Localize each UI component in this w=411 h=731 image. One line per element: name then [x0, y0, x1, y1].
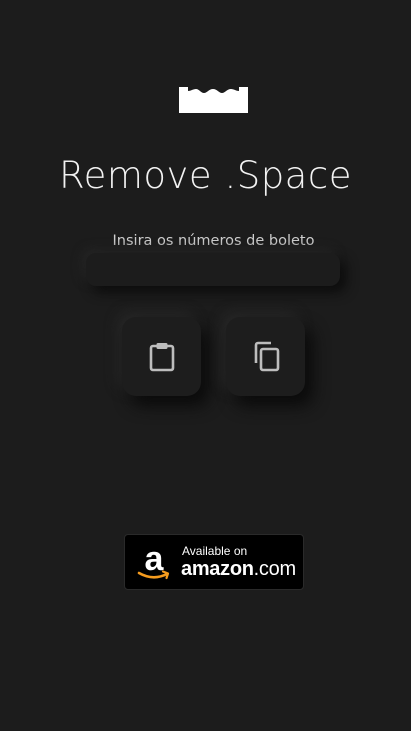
page-title: Remove .Space — [59, 154, 352, 197]
input-instruction: Insira os números de boleto — [112, 233, 315, 249]
boleto-input-container — [86, 253, 340, 286]
paste-button[interactable] — [122, 317, 201, 396]
copy-icon — [254, 341, 279, 372]
badge-brand: amazon — [181, 558, 254, 580]
crown-logo-icon — [179, 87, 248, 113]
amazon-logo-icon: a — [137, 544, 170, 580]
amazon-appstore-badge[interactable]: a Available on amazon.com — [124, 534, 304, 590]
copy-button[interactable] — [226, 317, 305, 396]
clipboard-icon — [149, 342, 174, 371]
badge-store-name: amazon.com — [181, 558, 296, 581]
boleto-number-input[interactable] — [86, 253, 340, 286]
badge-domain-suffix: .com — [253, 558, 296, 580]
svg-text:a: a — [145, 544, 165, 578]
badge-available-label: Available on — [182, 544, 248, 558]
